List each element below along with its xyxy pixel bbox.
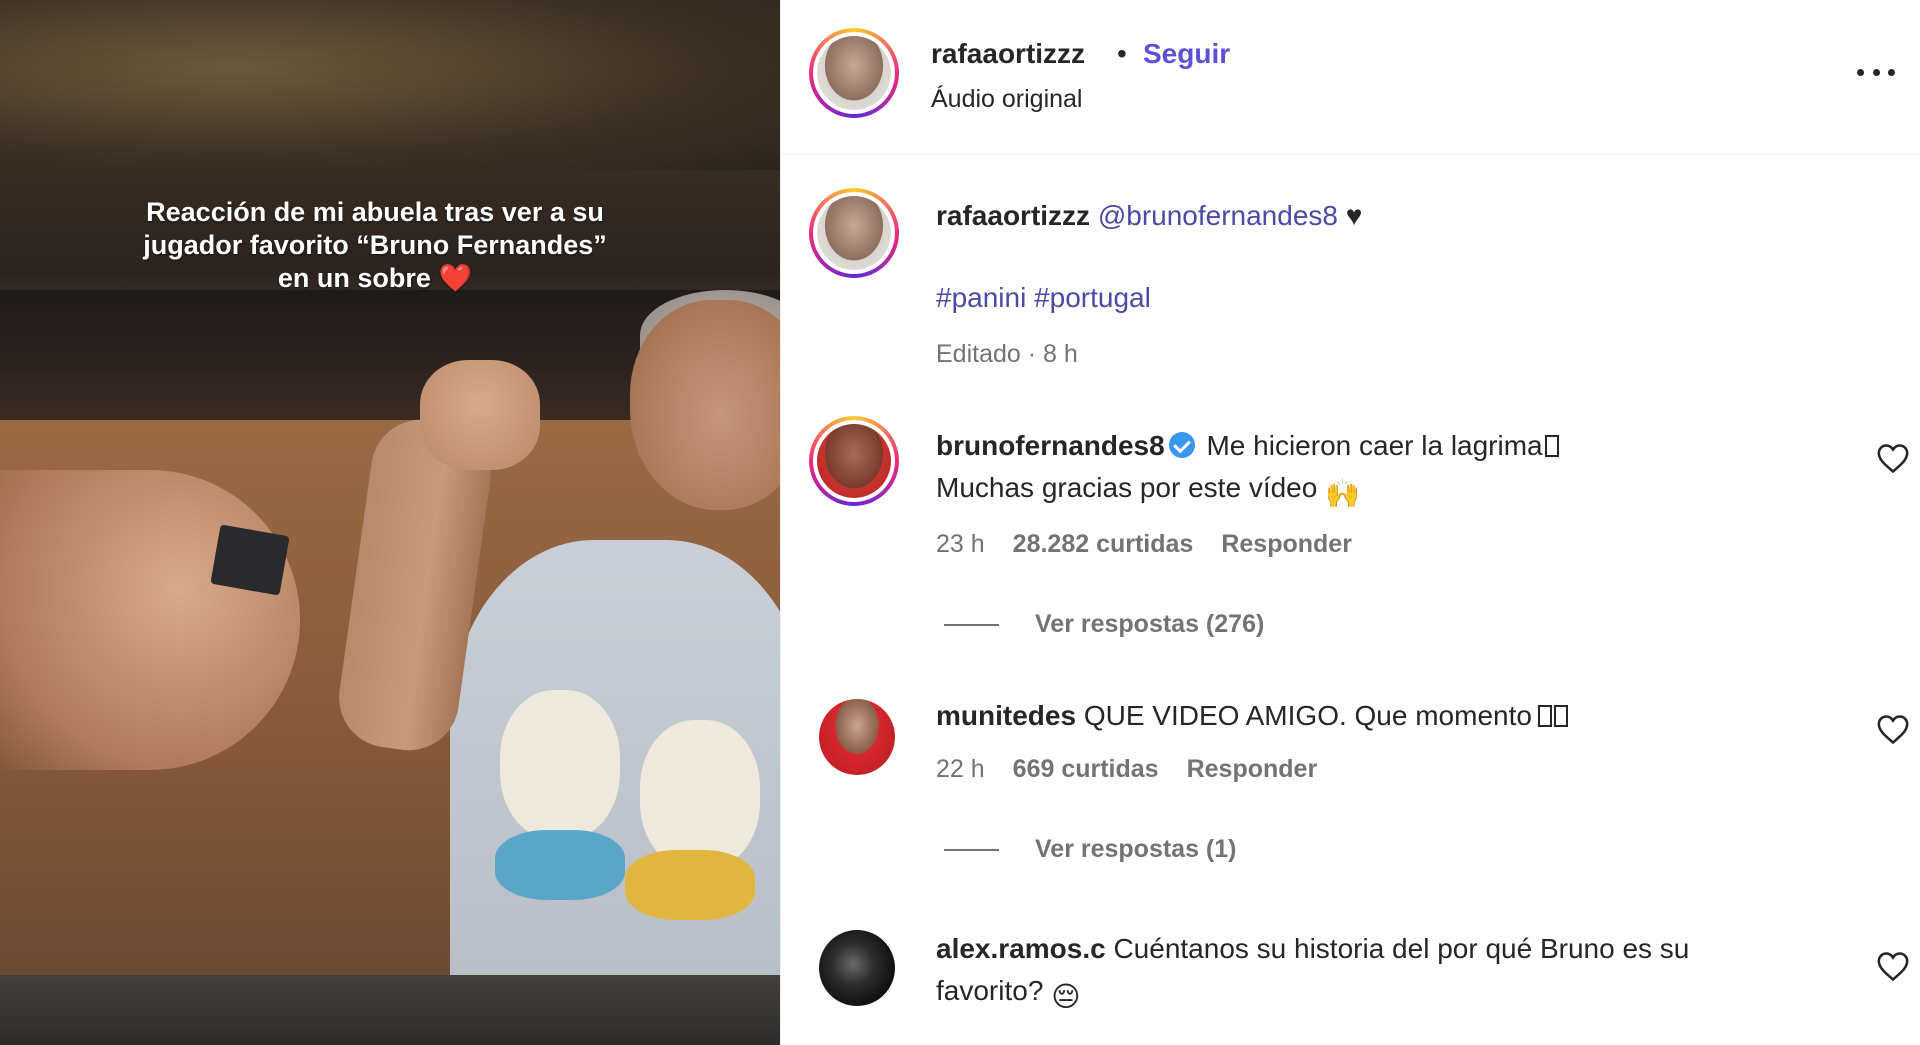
video-caption-line: jugador favorito “Bruno Fernandes” (143, 230, 607, 260)
comment-text: Cuéntanos su historia del por qué Bruno … (1113, 933, 1690, 964)
view-replies-label: Ver respostas (1) (1035, 835, 1237, 863)
missing-glyph-icon (1537, 705, 1552, 727)
pensive-face-emoji: 😔 (1051, 981, 1081, 1012)
original-audio-link[interactable]: Áudio original (931, 85, 1083, 114)
commenter-username[interactable]: alex.ramos.c (936, 933, 1106, 964)
view-replies-button[interactable]: Ver respostas (1) (944, 835, 1237, 864)
comment-likes[interactable]: 28.282 curtidas (1013, 530, 1194, 559)
video-caption-line: en un sobre ❤️ (95, 262, 655, 295)
comment-text: Muchas gracias por este vídeo (936, 472, 1318, 503)
background-table (0, 975, 780, 1045)
comment-body: munitedes QUE VIDEO AMIGO. Que momento (936, 695, 1796, 737)
video-caption-text: en un sobre (277, 263, 431, 293)
shirt-bear-print (500, 690, 620, 840)
shirt-bear-dress (495, 830, 625, 900)
post-header: rafaaortizzz • Seguir Áudio original (781, 0, 1920, 155)
follow-button[interactable]: Seguir (1143, 38, 1230, 70)
shirt-bear-dress (625, 850, 755, 920)
author-avatar[interactable] (809, 28, 899, 118)
heart-outline-icon[interactable] (1876, 442, 1910, 474)
comment-actions: 23 h 28.282 curtidas Responder (936, 530, 1352, 559)
black-heart-emoji: ♥ (1345, 200, 1363, 231)
comment-time: 22 h (936, 755, 985, 783)
commenter-avatar[interactable] (819, 699, 895, 775)
reply-button[interactable]: Responder (1187, 755, 1318, 784)
caption-author-avatar-photo (817, 196, 891, 270)
commenter-username[interactable]: munitedes (936, 700, 1076, 731)
view-replies-label: Ver respostas (276) (1035, 610, 1265, 638)
comment-text: Me hicieron caer la lagrima (1206, 430, 1543, 461)
shirt-bear-print (640, 720, 760, 870)
post-panel: rafaaortizzz • Seguir Áudio original raf… (780, 0, 1920, 1045)
reel-video[interactable]: Reacción de mi abuela tras ver a su juga… (0, 0, 780, 1045)
background-painting (0, 0, 780, 170)
separator-dot: • (1117, 38, 1127, 69)
sticker-card (210, 524, 290, 596)
caption-hashtags: #panini #portugal (936, 282, 1151, 314)
video-caption: Reacción de mi abuela tras ver a su juga… (95, 196, 655, 295)
caption-meta: Editado · 8 h (936, 340, 1078, 368)
comment-body: brunofernandes8 Me hicieron caer la lagr… (936, 425, 1796, 515)
replies-line (944, 848, 999, 851)
video-caption-line: Reacción de mi abuela tras ver a su (146, 197, 604, 227)
heart-outline-icon[interactable] (1876, 950, 1910, 982)
hashtag-portugal[interactable]: #portugal (1034, 282, 1151, 313)
missing-glyph-icon (1544, 435, 1559, 457)
grandma-fist (420, 360, 540, 470)
author-username[interactable]: rafaaortizzz (931, 38, 1085, 70)
caption-username[interactable]: rafaaortizzz (936, 200, 1090, 231)
commenter-avatar-photo (817, 424, 891, 498)
caption-mention[interactable]: @brunofernandes8 (1098, 200, 1338, 231)
hashtag-panini[interactable]: #panini (936, 282, 1026, 313)
video-hands (0, 470, 300, 770)
comment-text: QUE VIDEO AMIGO. Que momento (1083, 700, 1532, 731)
raised-hands-emoji: 🙌 (1325, 478, 1360, 509)
commenter-avatar[interactable] (819, 930, 895, 1006)
comment-likes[interactable]: 669 curtidas (1013, 755, 1159, 784)
caption-text: rafaaortizzz @brunofernandes8 ♥ (936, 200, 1362, 232)
comment-actions: 22 h 669 curtidas Responder (936, 755, 1317, 784)
more-options-icon[interactable] (1851, 52, 1901, 92)
view-replies-button[interactable]: Ver respostas (276) (944, 610, 1264, 639)
verified-badge-icon (1168, 432, 1195, 458)
comment-time: 23 h (936, 530, 985, 558)
missing-glyph-icon (1553, 705, 1568, 727)
caption-author-avatar[interactable] (809, 188, 899, 278)
replies-line (944, 623, 999, 626)
commenter-username[interactable]: brunofernandes8 (936, 430, 1165, 461)
comment-body: alex.ramos.c Cuéntanos su historia del p… (936, 928, 1796, 1018)
reply-button[interactable]: Responder (1221, 530, 1352, 559)
red-heart-emoji: ❤️ (438, 263, 473, 293)
comment-text: favorito? (936, 975, 1044, 1006)
author-avatar-photo (817, 36, 891, 110)
heart-outline-icon[interactable] (1876, 713, 1910, 745)
commenter-avatar[interactable] (809, 416, 899, 506)
